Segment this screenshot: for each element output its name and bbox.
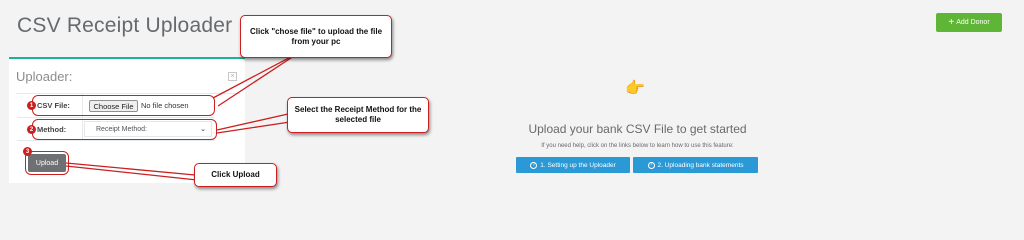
callout-upload: Click Upload (194, 163, 277, 187)
page-title: CSV Receipt Uploader (17, 14, 233, 37)
row-divider (17, 93, 215, 94)
close-icon[interactable]: × (228, 72, 237, 81)
row-divider (17, 117, 215, 118)
uploading-bank-statements-button[interactable]: ? 2. Uploading bank statements (633, 157, 758, 173)
upload-heading: Upload your bank CSV File to get started (528, 122, 747, 136)
help-text: If you need help, click on the links bel… (541, 143, 734, 149)
question-icon: ? (530, 161, 538, 169)
csv-file-highlight (32, 95, 215, 116)
callout-method: Select the Receipt Method for the select… (287, 97, 429, 133)
step-badge-2: 2 (27, 125, 36, 134)
uploader-title: Uploader: (16, 69, 73, 84)
step-badge-3: 3 (23, 147, 32, 156)
help-button-label: 1. Setting up the Uploader (540, 161, 616, 169)
callout-choose-file: Click "chose file" to upload the file fr… (240, 15, 392, 58)
step-badge-1: 1 (27, 101, 36, 110)
question-icon: ? (647, 161, 655, 169)
add-donor-button[interactable]: + Add Donor (936, 13, 1002, 32)
pointing-hand-icon: 👉 (625, 80, 645, 97)
add-donor-label: Add Donor (956, 19, 990, 26)
upload-highlight (25, 151, 69, 175)
help-button-label: 2. Uploading bank statements (657, 161, 744, 169)
row-divider (17, 140, 215, 141)
plus-icon: + (948, 16, 955, 28)
setting-up-uploader-button[interactable]: ? 1. Setting up the Uploader (516, 157, 630, 173)
method-highlight (32, 119, 217, 140)
